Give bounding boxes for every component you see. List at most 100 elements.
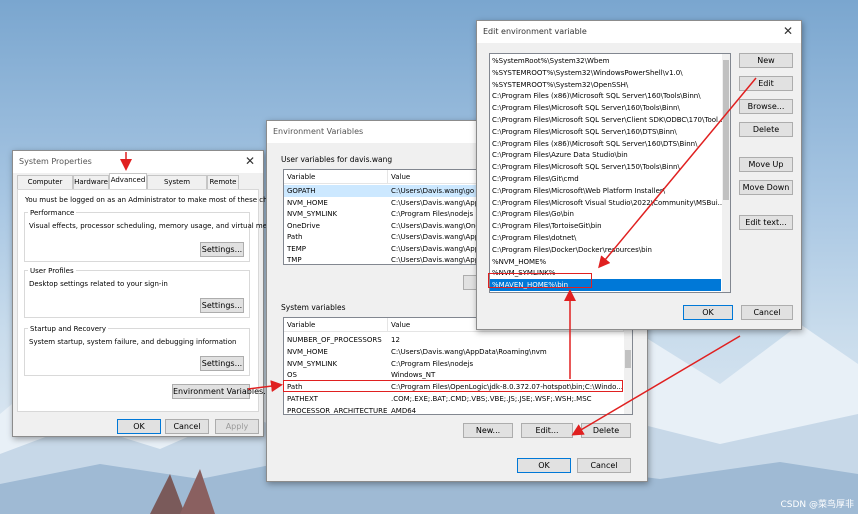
list-item[interactable]: C:\Program Files\Docker\Docker\resources… [492,244,652,256]
ok-button[interactable]: OK [517,458,571,473]
list-item[interactable]: C:\Program Files\Microsoft SQL Server\Cl… [492,114,725,126]
system-variables-label: System variables [281,303,346,312]
user-variables-table: Variable Value GOPATH C:\Users\Davis.wang… [283,169,477,265]
list-item[interactable]: C:\Program Files\dotnet\ [492,232,576,244]
performance-title: Performance [28,209,77,217]
highlight-path-row [283,380,623,392]
col-variable: Variable [284,318,388,332]
table-row[interactable]: PATHEXT .COM;.EXE;.BAT;.CMD;.VBS;.VBE;.JS… [284,393,624,405]
ok-button[interactable]: OK [683,305,733,320]
highlight-maven-entry [488,273,592,288]
title-bar: System Properties ✕ [13,151,263,173]
value-cell: C:\Users\Davis.wang\OneD [391,221,477,230]
list-item[interactable]: %SYSTEMROOT%\System32\OpenSSH\ [492,79,628,91]
list-item[interactable]: %SystemRoot%\System32\Wbem [492,55,609,67]
list-item[interactable]: %SYSTEMROOT%\System32\WindowsPowerShell\… [492,67,683,79]
col-value: Value [388,170,476,184]
system-edit-button[interactable]: Edit... [521,423,573,438]
startup-recovery-title: Startup and Recovery [28,325,109,333]
table-row[interactable]: TMP C:\Users\Davis.wang\AppD [284,254,477,264]
list-item[interactable]: C:\Program Files\Azure Data Studio\bin [492,149,628,161]
cancel-button[interactable]: Cancel [577,458,631,473]
close-icon[interactable]: ✕ [245,154,255,168]
user-variables-label: User variables for davis.wang [281,155,393,164]
tab-remote[interactable]: Remote [207,175,239,189]
value-cell: C:\Users\Davis.wang\AppD [391,244,477,253]
edit-text-button[interactable]: Edit text... [739,215,793,230]
path-entries-list: %SystemRoot%\System32\Wbem %SYSTEMROOT%\S… [489,53,731,293]
table-row[interactable]: NVM_SYMLINK C:\Program Files\nodejs [284,358,624,370]
variable-cell: PATHEXT [287,395,318,403]
list-item[interactable]: C:\Program Files\Microsoft\Web Platform … [492,185,665,197]
variable-cell: NVM_HOME [287,198,328,207]
variable-cell: NVM_SYMLINK [287,210,338,218]
list-item[interactable]: C:\Program Files\Microsoft SQL Server\16… [492,102,680,114]
table-row[interactable]: Path C:\Users\Davis.wang\AppD [284,231,477,243]
cancel-button[interactable]: Cancel [741,305,793,320]
list-item[interactable]: C:\Program Files\TortoiseGit\bin [492,220,602,232]
user-profiles-settings-button[interactable]: Settings... [200,298,244,313]
delete-entry-button[interactable]: Delete [739,122,793,137]
variable-cell: NVM_SYMLINK [287,359,338,368]
variable-cell: PROCESSOR_ARCHITECTURE [287,406,388,415]
tab-system-protection[interactable]: System Protection [147,175,207,199]
variable-cell: NUMBER_OF_PROCESSORS [287,336,382,344]
ok-button[interactable]: OK [117,419,161,434]
table-row[interactable]: NVM_SYMLINK C:\Program Files\nodejs [284,208,476,220]
list-item[interactable]: C:\Program Files\Microsoft Visual Studio… [492,197,724,209]
table-row[interactable]: TEMP C:\Users\Davis.wang\AppD [284,243,477,255]
close-icon[interactable]: ✕ [783,24,793,38]
variable-cell: OneDrive [287,221,320,230]
value-cell: AMD64 [391,406,417,415]
col-variable: Variable [284,170,388,184]
table-row[interactable]: OneDrive C:\Users\Davis.wang\OneD [284,220,477,232]
table-row[interactable]: NVM_HOME C:\Users\Davis.wang\AppData\Roam… [284,346,624,358]
performance-desc: Visual effects, processor scheduling, me… [29,222,286,230]
system-new-button[interactable]: New... [463,423,513,438]
system-delete-button[interactable]: Delete [581,423,631,438]
value-cell: C:\Users\Davis.wang\AppD [391,233,477,241]
move-down-button[interactable]: Move Down [739,180,793,195]
advanced-panel: You must be logged on as an Administrato… [17,189,291,412]
edit-entry-button[interactable]: Edit [739,76,793,91]
table-row[interactable]: NUMBER_OF_PROCESSORS 12 [284,334,624,346]
apply-button[interactable]: Apply [215,419,259,434]
list-item[interactable]: C:\Program Files\Go\bin [492,208,574,220]
value-cell: C:\Program Files\nodejs [391,210,474,218]
list-item[interactable]: C:\Program Files\Git\cmd [492,173,579,185]
new-entry-button[interactable]: New [739,53,793,68]
cancel-button[interactable]: Cancel [165,419,209,434]
performance-settings-button[interactable]: Settings... [200,242,244,257]
variable-cell: NVM_HOME [287,347,328,356]
tab-computer-name[interactable]: Computer Name [17,175,73,199]
list-item[interactable]: C:\Program Files (x86)\Microsoft SQL Ser… [492,90,701,102]
admin-note: You must be logged on as an Administrato… [25,196,291,204]
variable-cell: Path [287,233,303,241]
browse-button[interactable]: Browse... [739,99,793,114]
table-row[interactable]: GOPATH C:\Users\Davis.wang\go [284,185,476,197]
tab-advanced[interactable]: Advanced [109,173,147,190]
value-cell: C:\Users\Davis.wang\go [391,187,475,195]
list-scrollbar[interactable] [722,54,730,292]
window-title: Environment Variables [273,127,364,136]
tab-hardware[interactable]: Hardware [73,175,109,189]
value-cell: C:\Users\Davis.wang\AppD [391,198,477,207]
move-up-button[interactable]: Move Up [739,157,793,172]
user-profiles-desc: Desktop settings related to your sign-in [29,280,168,288]
list-item[interactable]: %NVM_HOME% [492,256,546,268]
user-profiles-title: User Profiles [28,267,76,275]
value-cell: C:\Users\Davis.wang\AppData\Roaming\nvm [391,347,547,356]
startup-recovery-desc: System startup, system failure, and debu… [29,338,237,346]
watermark: CSDN @菜鸟厚非 [780,500,854,510]
environment-variables-button[interactable]: Environment Variables... [172,384,271,399]
system-scrollbar[interactable] [624,318,632,414]
variable-cell: GOPATH [287,187,316,195]
table-row[interactable]: PROCESSOR_ARCHITECTURE AMD64 [284,405,624,415]
value-cell: C:\Users\Davis.wang\AppD [391,256,477,264]
startup-recovery-settings-button[interactable]: Settings... [200,356,244,371]
list-item[interactable]: C:\Program Files\Microsoft SQL Server\15… [492,161,680,173]
system-properties-window: System Properties ✕ Computer Name Hardwa… [12,150,291,437]
list-item[interactable]: C:\Program Files\Microsoft SQL Server\16… [492,126,677,138]
list-item[interactable]: C:\Program Files (x86)\Microsoft SQL Ser… [492,138,697,150]
table-row[interactable]: NVM_HOME C:\Users\Davis.wang\AppD [284,197,477,209]
